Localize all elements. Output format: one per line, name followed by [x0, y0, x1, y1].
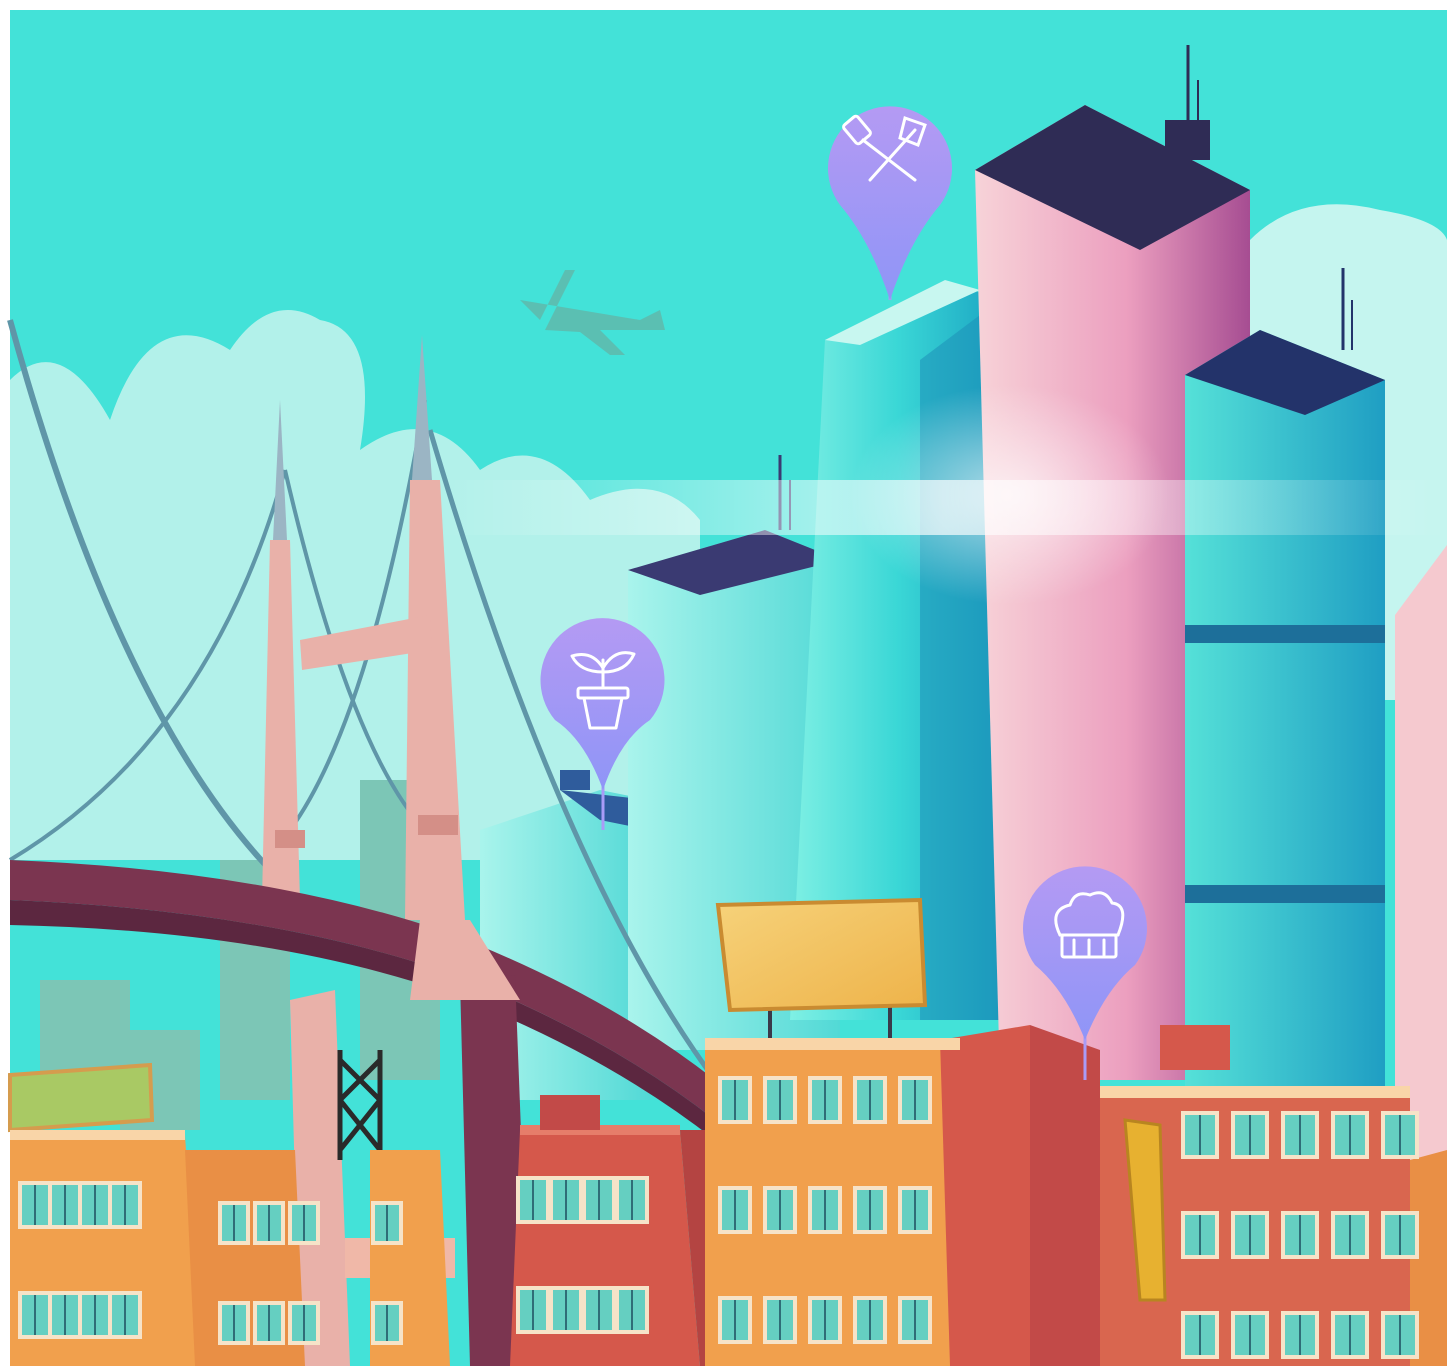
city-illustration	[7, 10, 1447, 1366]
left-billboard	[8, 1062, 155, 1133]
right-teal-tower	[1185, 268, 1385, 1090]
